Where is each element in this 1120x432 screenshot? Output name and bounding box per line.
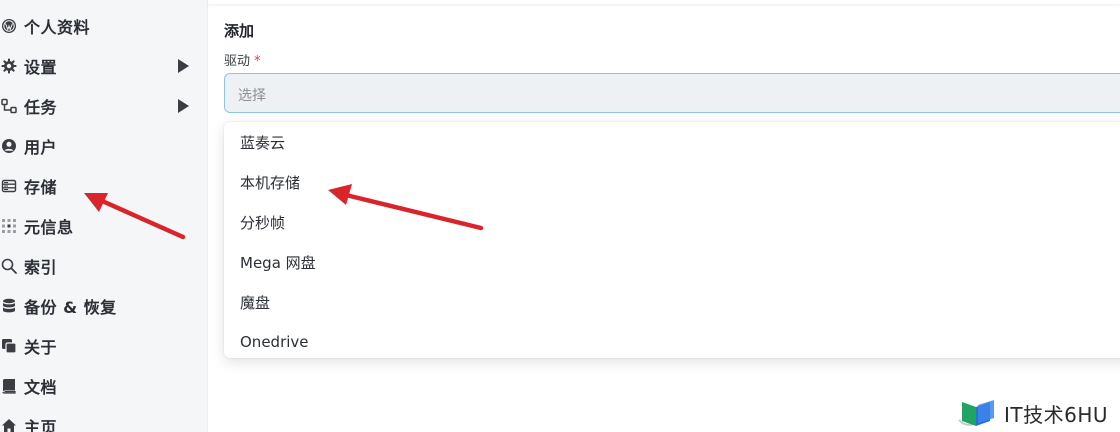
dropdown-option-lanzou[interactable]: 蓝奏云 [224, 122, 1120, 162]
sidebar-item-label: 索引 [24, 258, 58, 277]
watermark: IT技术6HU [956, 396, 1120, 430]
home-icon [0, 417, 18, 432]
sidebar-item-users[interactable]: 用户 [0, 128, 207, 164]
dropdown-option-onedrive[interactable]: Onedrive [224, 322, 1120, 362]
sidebar-item-label: 备份 & 恢复 [24, 298, 117, 317]
required-mark: * [254, 54, 261, 69]
sidebar-item-label: 设置 [24, 58, 58, 77]
search-icon [0, 257, 18, 275]
sidebar-item-home[interactable]: 主页 [0, 408, 207, 432]
watermark-text: IT技术6HU [1004, 402, 1109, 427]
sidebar-item-settings[interactable]: 设置 [0, 48, 207, 84]
sidebar-item-label: 文档 [24, 378, 58, 397]
watermark-logo-icon [958, 400, 994, 426]
storage-icon [0, 177, 18, 195]
chevron-right-icon [178, 59, 189, 73]
sidebar-item-label: 任务 [24, 98, 58, 117]
dropdown-option-local[interactable]: 本机存储 [224, 162, 1120, 202]
sidebar-item-label: 用户 [24, 138, 58, 157]
sidebar-item-metadata[interactable]: 元信息 [0, 208, 207, 244]
flow-icon [0, 97, 18, 115]
chevron-right-icon [178, 99, 189, 113]
sidebar-item-backup-restore[interactable]: 备份 & 恢复 [0, 288, 207, 324]
sidebar-item-index[interactable]: 索引 [0, 248, 207, 284]
book-icon [0, 377, 18, 395]
sidebar: 个人资料 设置 任务 用户 存储 元信息 索引 备份 & 恢复 关于 文档 主页 [0, 0, 208, 432]
gear-icon [0, 57, 18, 75]
dropdown-option-fenmiaozhen[interactable]: 分秒帧 [224, 202, 1120, 242]
database-icon [0, 297, 18, 315]
dropdown-option-mega[interactable]: Mega 网盘 [224, 242, 1120, 282]
add-storage-panel: 添加 驱动 * 选择 蓝奏云 本机存储 分秒帧 Mega 网盘 魔盘 Onedri… [209, 0, 1120, 432]
sidebar-item-label: 关于 [24, 338, 58, 357]
wordpress-icon [0, 17, 18, 35]
driver-label-text: 驱动 [224, 54, 251, 69]
driver-field-label: 驱动 * [224, 50, 261, 69]
sidebar-item-storage[interactable]: 存储 [0, 168, 207, 204]
sidebar-item-label: 个人资料 [24, 18, 91, 37]
copy-icon [0, 337, 18, 355]
grid-icon [0, 217, 18, 235]
sidebar-item-label: 元信息 [24, 218, 74, 237]
sidebar-item-docs[interactable]: 文档 [0, 368, 207, 404]
sidebar-item-about[interactable]: 关于 [0, 328, 207, 364]
dropdown-option-mopan[interactable]: 魔盘 [224, 282, 1120, 322]
sidebar-item-profile[interactable]: 个人资料 [0, 8, 207, 44]
sidebar-item-label: 主页 [24, 418, 58, 432]
page-title: 添加 [224, 22, 255, 40]
driver-select-placeholder: 选择 [238, 88, 266, 104]
driver-select[interactable]: 选择 [224, 73, 1120, 113]
sidebar-item-label: 存储 [24, 178, 58, 197]
sidebar-item-tasks[interactable]: 任务 [0, 88, 207, 124]
driver-dropdown-menu: 蓝奏云 本机存储 分秒帧 Mega 网盘 魔盘 Onedrive [224, 122, 1120, 358]
user-circle-icon [0, 137, 18, 155]
